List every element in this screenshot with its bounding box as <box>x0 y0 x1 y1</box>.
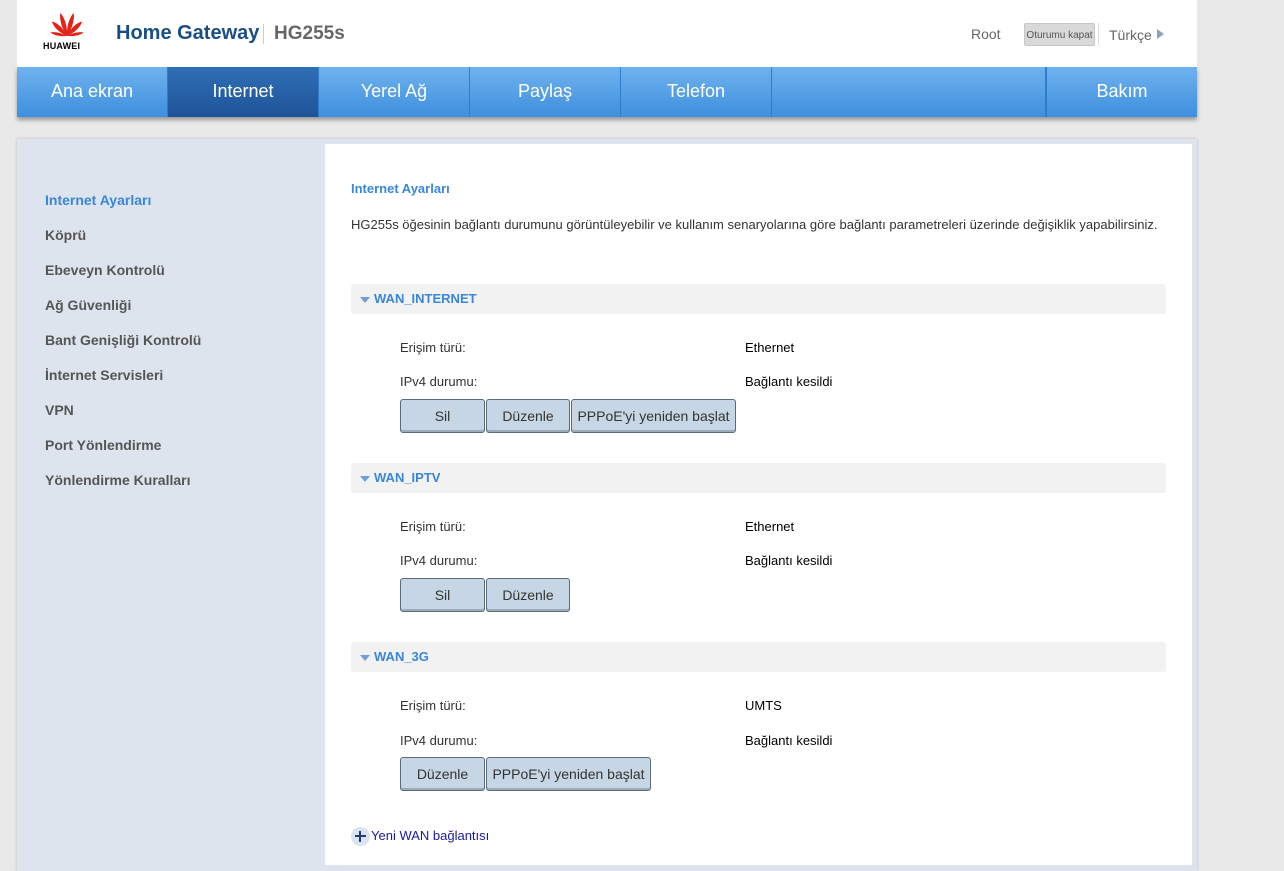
ipv4-status-label: IPv4 durumu: <box>400 733 478 748</box>
plus-icon[interactable] <box>351 827 370 846</box>
chevron-right-icon[interactable] <box>1157 29 1164 39</box>
ipv4-status-value: Bağlantı kesildi <box>745 553 833 568</box>
header: HUAWEI Home Gateway HG255s Root Oturumu … <box>17 0 1197 67</box>
access-type-value: Ethernet <box>745 340 795 355</box>
nav-spacer <box>772 67 1046 117</box>
section-header-wan-iptv[interactable]: WAN_IPTV <box>351 463 1166 493</box>
nav-tab-phone[interactable]: Telefon <box>621 67 772 117</box>
sidebar-item-routing-rules[interactable]: Yönlendirme Kuralları <box>45 472 190 488</box>
edit-button[interactable]: Düzenle <box>486 399 570 433</box>
sidebar-item-internet-settings[interactable]: Internet Ayarları <box>45 192 151 208</box>
nav-tab-local-network[interactable]: Yerel Ağ <box>319 67 470 117</box>
logo-text: HUAWEI <box>43 41 81 51</box>
restart-pppoe-button[interactable]: PPPoE'yi yeniden başlat <box>486 757 651 791</box>
delete-button[interactable]: Sil <box>400 399 485 433</box>
delete-button[interactable]: Sil <box>400 578 485 612</box>
ipv4-status-value: Bağlantı kesildi <box>745 374 833 389</box>
language-divider <box>1098 23 1099 45</box>
main-nav: Ana ekran Internet Yerel Ağ Paylaş Telef… <box>17 67 1197 117</box>
ipv4-status-label: IPv4 durumu: <box>400 553 478 568</box>
access-type-value: Ethernet <box>745 519 795 534</box>
nav-tab-share[interactable]: Paylaş <box>470 67 621 117</box>
section-title: WAN_INTERNET <box>374 291 477 306</box>
edit-button[interactable]: Düzenle <box>400 757 485 791</box>
collapse-arrow-icon <box>360 297 370 303</box>
add-wan-connection-link[interactable]: Yeni WAN bağlantısı <box>371 828 489 843</box>
nav-tab-home[interactable]: Ana ekran <box>17 67 168 117</box>
access-type-label: Erişim türü: <box>400 519 466 534</box>
page-description: HG255s öğesinin bağlantı durumunu görünt… <box>351 217 1158 232</box>
restart-pppoe-button[interactable]: PPPoE'yi yeniden başlat <box>571 399 736 433</box>
language-selector[interactable]: Türkçe <box>1109 27 1152 43</box>
collapse-arrow-icon <box>360 476 370 482</box>
section-title: WAN_IPTV <box>374 470 441 485</box>
main-panel: Internet Ayarları HG255s öğesinin bağlan… <box>325 144 1192 865</box>
title-divider <box>263 24 264 44</box>
sidebar-item-parental-control[interactable]: Ebeveyn Kontrolü <box>45 262 165 278</box>
access-type-label: Erişim türü: <box>400 698 466 713</box>
device-model: HG255s <box>274 23 345 44</box>
sidebar-item-vpn[interactable]: VPN <box>45 402 74 418</box>
section-title: WAN_3G <box>374 649 429 664</box>
sidebar-item-port-forwarding[interactable]: Port Yönlendirme <box>45 437 161 453</box>
app-title: Home Gateway <box>116 22 260 44</box>
nav-tab-maintenance[interactable]: Bakım <box>1046 67 1197 117</box>
section-header-wan-3g[interactable]: WAN_3G <box>351 642 1166 672</box>
username: Root <box>971 26 1001 42</box>
logout-button[interactable]: Oturumu kapat <box>1024 23 1095 46</box>
page-frame: HUAWEI Home Gateway HG255s Root Oturumu … <box>17 0 1197 871</box>
sidebar-item-bandwidth-control[interactable]: Bant Genişliği Kontrolü <box>45 332 201 348</box>
content-area: Internet Ayarları Köprü Ebeveyn Kontrolü… <box>17 139 1197 871</box>
ipv4-status-value: Bağlantı kesildi <box>745 733 833 748</box>
sidebar-item-bridge[interactable]: Köprü <box>45 227 86 243</box>
sidebar-item-network-security[interactable]: Ağ Güvenliği <box>45 297 131 313</box>
edit-button[interactable]: Düzenle <box>486 578 570 612</box>
collapse-arrow-icon <box>360 655 370 661</box>
ipv4-status-label: IPv4 durumu: <box>400 374 478 389</box>
section-header-wan-internet[interactable]: WAN_INTERNET <box>351 284 1166 314</box>
access-type-value: UMTS <box>745 698 782 713</box>
access-type-label: Erişim türü: <box>400 340 466 355</box>
sidebar-item-internet-services[interactable]: İnternet Servisleri <box>45 367 163 383</box>
nav-tab-internet[interactable]: Internet <box>168 67 319 117</box>
page-title: Internet Ayarları <box>351 181 450 196</box>
